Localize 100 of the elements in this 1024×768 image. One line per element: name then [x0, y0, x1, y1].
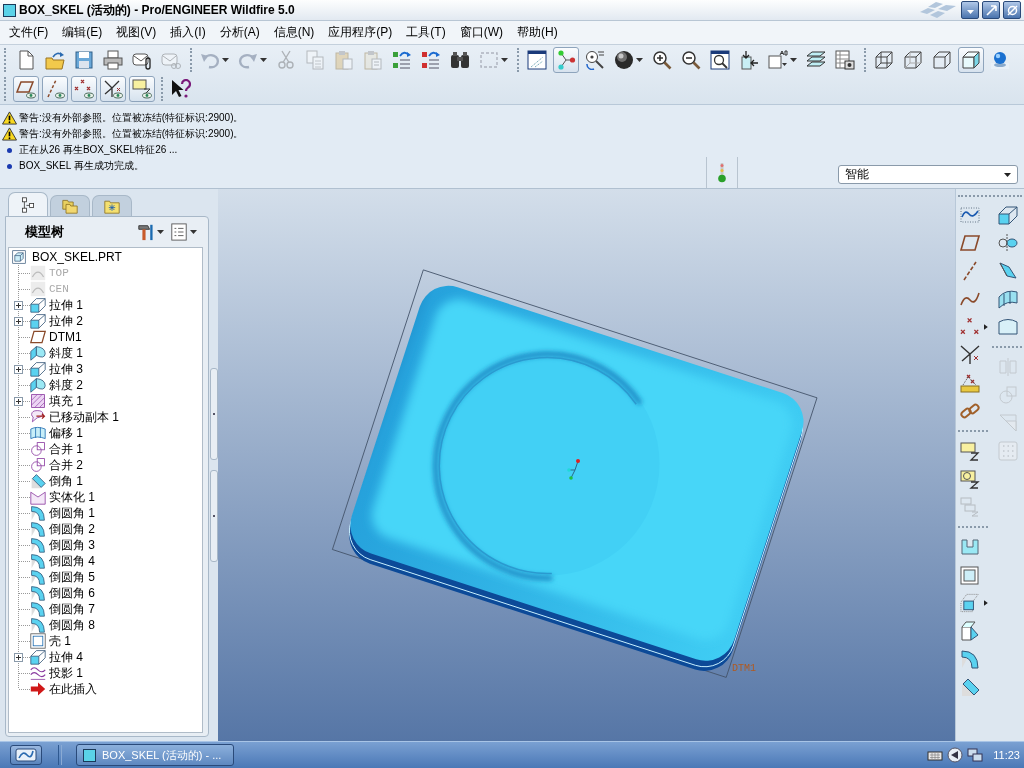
datum-axis-icon: [960, 261, 980, 281]
round-icon: [30, 601, 46, 617]
axis-display-button[interactable]: [42, 76, 68, 103]
spin-center-button[interactable]: [553, 46, 579, 73]
tree-item[interactable]: 倒圆角 5: [49, 568, 95, 586]
draft-icon: [30, 377, 46, 393]
caret-icon: [222, 57, 229, 62]
tree-item[interactable]: 实体化 1: [49, 488, 95, 506]
restore-icon: [985, 4, 997, 16]
window-title: BOX_SKEL (活动的) - Pro/ENGINEER Wildfire 5.0: [19, 1, 295, 19]
menu-item[interactable]: 编辑(E): [55, 22, 110, 43]
tree-item[interactable]: 倒圆角 2: [49, 520, 95, 538]
start-button[interactable]: [10, 745, 42, 765]
offset-icon: [30, 425, 46, 441]
tree-item[interactable]: 偏移 1: [49, 424, 83, 442]
dashed-box-icon: [479, 49, 499, 70]
tree-item[interactable]: 拉伸 4: [49, 648, 83, 666]
expand-icon[interactable]: [14, 364, 23, 374]
annotation-display-button[interactable]: [129, 76, 155, 103]
menu-item[interactable]: 窗口(W): [452, 22, 510, 43]
tree-settings-button[interactable]: [137, 223, 164, 241]
restore-button[interactable]: [982, 1, 1000, 19]
tree-item[interactable]: 拉伸 2: [49, 312, 83, 330]
note-symbol-icon: [960, 469, 980, 489]
tree-item[interactable]: 倒圆角 4: [49, 552, 95, 570]
extrude-icon: [30, 361, 46, 377]
hole-icon: [960, 537, 980, 557]
menu-item[interactable]: 信息(N): [266, 22, 322, 43]
tree-item[interactable]: 倒圆角 6: [49, 584, 95, 602]
tree-item[interactable]: 斜度 2: [49, 376, 83, 394]
sketch-icon: [960, 205, 980, 225]
annotation-display-icon: [132, 79, 152, 100]
expand-icon[interactable]: [14, 300, 23, 310]
expand-icon[interactable]: [14, 316, 23, 326]
tree-item[interactable]: 填充 1: [49, 392, 83, 410]
tree-item[interactable]: 倒圆角 8: [49, 616, 95, 634]
point-display-button[interactable]: [71, 76, 97, 103]
folder-icon: [45, 49, 65, 70]
fill-icon: [30, 393, 46, 409]
tree-item[interactable]: 合并 2: [49, 456, 83, 474]
menu-item[interactable]: 文件(F): [2, 22, 56, 43]
analysis-icon: [960, 373, 980, 393]
expand-icon[interactable]: [14, 652, 23, 662]
splitter-handle[interactable]: [209, 368, 218, 460]
wireframe-cube-icon: [874, 49, 894, 70]
tree-item[interactable]: 斜度 1: [49, 344, 83, 362]
layers-icon: [806, 49, 826, 70]
tree-item[interactable]: 已移动副本 1: [49, 408, 119, 426]
model-tree-tab[interactable]: [8, 192, 48, 216]
minimize-button[interactable]: [961, 1, 979, 19]
tree-nodes-icon: [20, 196, 36, 213]
menu-item[interactable]: 分析(A): [212, 22, 267, 43]
note-icon: [960, 441, 980, 461]
project-icon: [30, 665, 46, 681]
close-button[interactable]: [1003, 1, 1021, 19]
menu-item[interactable]: 应用程序(P): [321, 22, 400, 43]
app-icon: [83, 748, 96, 762]
list-icon: [170, 223, 188, 241]
zoom-out-icon: [681, 49, 701, 70]
shell-icon: [960, 565, 980, 585]
extrude-icon: [30, 313, 46, 329]
enhanced-realism-icon: [990, 49, 1010, 70]
tree-item[interactable]: 拉伸 1: [49, 296, 83, 314]
reorient-icon: [739, 49, 759, 70]
tree-root-item[interactable]: BOX_SKEL.PRT: [32, 250, 122, 264]
draft-icon: [960, 621, 980, 641]
selection-filter-dropdown[interactable]: 智能: [838, 165, 1018, 184]
note-stack-icon: [960, 497, 980, 517]
view-manager-icon: [835, 49, 855, 70]
close-icon: [1006, 4, 1018, 16]
datum-point-icon: [960, 317, 980, 337]
tree-show-button[interactable]: [170, 223, 197, 241]
caret-icon: [157, 230, 164, 234]
csys-display-button[interactable]: [100, 76, 126, 103]
panel-title: 模型树: [25, 223, 64, 241]
caret-icon: [190, 230, 197, 234]
splitter-handle[interactable]: [209, 470, 218, 562]
tree-item[interactable]: 倒圆角 1: [49, 504, 95, 522]
tree-item[interactable]: 合并 1: [49, 440, 83, 458]
menu-item[interactable]: 视图(V): [109, 22, 164, 43]
round-icon: [30, 537, 46, 553]
tree-item[interactable]: 倒圆角 3: [49, 536, 95, 554]
tree-item[interactable]: 拉伸 3: [49, 360, 83, 378]
menu-item[interactable]: 帮助(H): [510, 22, 565, 43]
tree-item[interactable]: 倒角 1: [49, 472, 83, 490]
tree-item[interactable]: 在此插入: [49, 680, 97, 698]
shell-icon: [30, 633, 46, 649]
speaker-icon[interactable]: [947, 747, 964, 763]
network-icon[interactable]: [967, 747, 984, 763]
menu-item[interactable]: 工具(T): [399, 22, 453, 43]
tree-item[interactable]: 壳 1: [49, 632, 71, 650]
plane-display-button[interactable]: [13, 76, 39, 103]
round-icon: [30, 521, 46, 537]
menu-item[interactable]: 插入(I): [163, 22, 213, 43]
shaded-cube-button[interactable]: [958, 46, 984, 73]
tree-item[interactable]: 投影 1: [49, 664, 83, 682]
repaint-icon: [527, 49, 547, 70]
expand-icon[interactable]: [14, 396, 23, 406]
tree-item[interactable]: DTM1: [49, 330, 82, 344]
tree-item[interactable]: 倒圆角 7: [49, 600, 95, 618]
